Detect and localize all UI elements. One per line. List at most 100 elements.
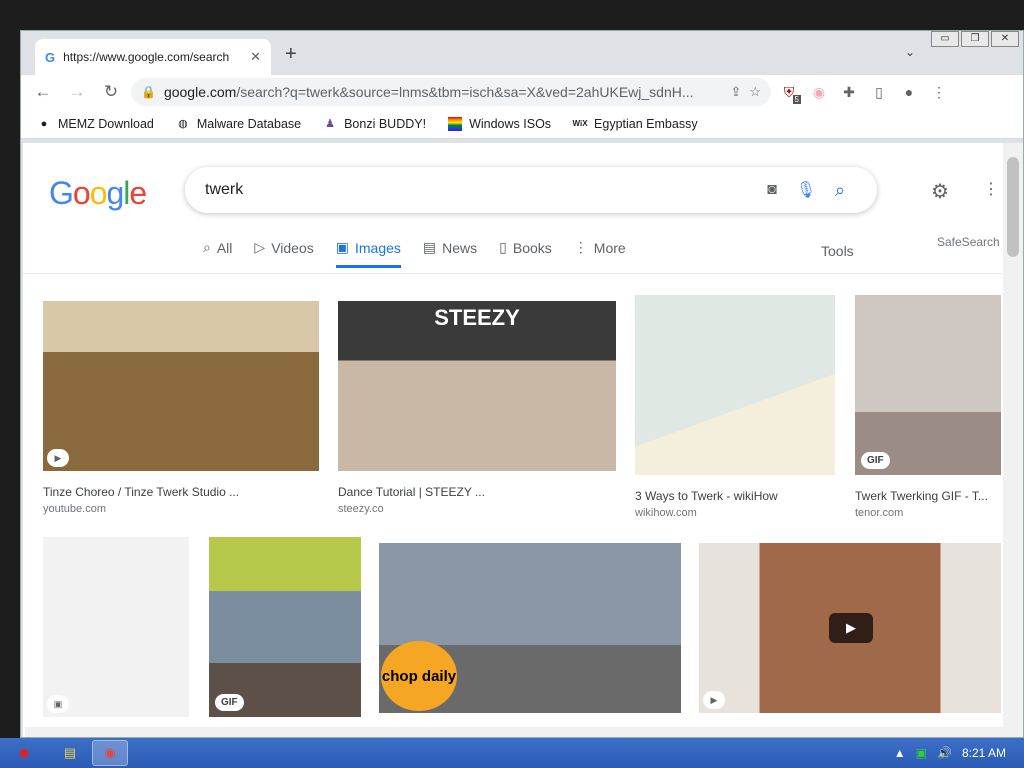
gif-badge: GIF [215,694,244,711]
play-icon: ▷ [254,239,266,255]
restore-button[interactable]: ❐ [961,31,989,47]
result-thumbnail[interactable]: ▶ ▶ [699,543,1001,713]
bookmark-malware-db[interactable]: ◍ Malware Database [176,117,301,131]
system-tray: ▲ ▣ 🔊 8:21 AM [894,746,1024,760]
image-result[interactable]: chop daily [379,543,681,713]
horizontal-scrollbar[interactable] [25,727,1003,737]
bookmark-memz[interactable]: ● MEMZ Download [37,117,154,131]
result-source[interactable]: youtube.com [43,503,319,515]
image-result[interactable]: ▣ [43,537,189,717]
book-icon: ▯ [499,239,507,255]
ublock-extension-icon[interactable]: ⛨ 5 [777,80,801,104]
share-icon[interactable]: ⇪ [730,84,741,100]
result-thumbnail[interactable]: GIF [855,295,1001,475]
start-button-angry-bird-icon[interactable]: ● [0,738,48,768]
camera-search-icon[interactable]: ◙ [755,173,789,207]
close-tab-icon[interactable]: ✕ [250,49,261,65]
tab-books[interactable]: ▯ Books [499,239,552,268]
tab-more[interactable]: ⋮ More [574,239,626,268]
browser-window: G https://www.google.com/search ✕ + ⌄ ▭ … [20,30,1024,738]
result-title[interactable]: Dance Tutorial | STEEZY ... [338,485,616,499]
search-box[interactable]: twerk ◙ 🎙 ⌕ [185,167,877,213]
globe-icon: ◍ [178,118,188,130]
side-panel-icon[interactable]: ▯ [867,80,891,104]
tab-label: Books [512,239,552,256]
more-icon: ⋮ [573,239,588,255]
video-play-icon[interactable]: ▶ [829,613,873,643]
result-thumbnail[interactable]: ▣ [43,537,189,717]
tray-arrow-icon[interactable]: ▲ [894,746,906,760]
tab-strip: G https://www.google.com/search ✕ + ⌄ ▭ … [21,31,1023,75]
result-title[interactable]: 3 Ways to Twerk - wikiHow [635,489,835,503]
clock[interactable]: 8:21 AM [962,746,1006,760]
google-logo[interactable]: Google [49,175,147,212]
bonzi-icon: ♟ [325,118,336,130]
search-icon: ⌕ [203,239,211,255]
close-window-button[interactable]: ✕ [991,31,1019,47]
tab-search-chevron-icon[interactable]: ⌄ [905,45,915,59]
image-result[interactable]: 3 Ways to Twerk - wikiHow wikihow.com [635,295,835,519]
tab-all[interactable]: ⌕ All [203,239,232,268]
news-icon: ▤ [422,239,437,255]
taskbar-chrome-icon[interactable]: ◉ [92,740,128,766]
result-thumbnail[interactable]: STEEZY [338,301,616,471]
rainbow-flag-icon [448,116,463,131]
bookmark-star-icon[interactable]: ☆ [749,84,761,100]
result-source[interactable]: steezy.co [338,503,616,515]
settings-gear-icon[interactable]: ⚙ [931,179,949,204]
result-title[interactable]: Tinze Choreo / Tinze Twerk Studio ... [43,485,319,499]
bookmark-egyptian-embassy[interactable]: WiX Egyptian Embassy [573,117,698,131]
result-thumbnail[interactable] [635,295,835,475]
google-apps-icon[interactable]: ⋮⋮⋮ [983,179,1003,199]
image-result[interactable]: STEEZY Dance Tutorial | STEEZY ... steez… [338,301,616,515]
tab-news[interactable]: ▤ News [423,239,477,268]
result-source[interactable]: wikihow.com [635,507,835,519]
address-bar[interactable]: 🔒 google.com/search?q=twerk&source=lnms&… [131,78,771,106]
result-thumbnail[interactable]: chop daily [379,543,681,713]
browser-tab[interactable]: G https://www.google.com/search ✕ [35,39,271,75]
trans-flag-extension-icon[interactable]: ◉ [807,80,831,104]
tab-images[interactable]: ▣ Images [335,239,401,268]
image-result[interactable]: GIF Twerk Twerking GIF - T... tenor.com [855,295,1001,519]
taskbar-explorer-icon[interactable]: ▤ [52,740,88,766]
divider [23,273,1003,274]
extensions-puzzle-icon[interactable]: ✚ [837,80,861,104]
tab-label: News [442,239,478,256]
microphone-icon[interactable]: 🎙 [789,173,823,207]
bookmark-label: Egyptian Embassy [594,116,698,131]
tab-videos[interactable]: ▷ Videos [254,239,313,268]
menu-kebab-icon[interactable]: ⋮ [927,80,951,104]
bookmark-label: Bonzi BUDDY! [344,116,427,131]
url-text[interactable]: google.com/search?q=twerk&source=lnms&tb… [164,84,722,100]
search-input[interactable]: twerk [205,181,755,199]
vertical-scrollbar[interactable] [1003,143,1023,737]
image-icon: ▣ [47,695,69,713]
minimize-button[interactable]: ▭ [931,31,959,47]
result-title[interactable]: Twerk Twerking GIF - T... [855,489,1001,503]
network-icon[interactable]: ▣ [916,746,927,760]
search-icon[interactable]: ⌕ [823,173,857,207]
new-tab-button[interactable]: + [285,43,297,66]
volume-icon[interactable]: 🔊 [937,746,952,760]
scrollbar-thumb[interactable] [1007,157,1019,257]
image-result[interactable]: GIF [209,537,361,717]
safesearch-link[interactable]: SafeSearch [937,235,1000,249]
profile-avatar-icon[interactable]: ● [897,80,921,104]
window-controls: ▭ ❐ ✕ [931,31,1019,47]
back-button[interactable]: ← [29,78,57,106]
result-thumbnail[interactable]: GIF [209,537,361,717]
gif-badge: GIF [861,452,890,469]
search-tabs: ⌕ All ▷ Videos ▣ Images ▤ News ▯ Books ⋮ More [203,239,626,268]
reload-button[interactable]: ↻ [97,78,125,106]
image-result[interactable]: ▶ Tinze Choreo / Tinze Twerk Studio ... … [43,301,319,515]
toolbar: ← → ↻ 🔒 google.com/search?q=twerk&source… [21,75,1023,109]
bookmark-windows-isos[interactable]: Windows ISOs [448,116,551,131]
result-thumbnail[interactable]: ▶ [43,301,319,471]
bookmark-bonzi[interactable]: ♟ Bonzi BUDDY! [323,117,426,131]
bookmark-label: MEMZ Download [58,116,154,131]
result-source[interactable]: tenor.com [855,507,1001,519]
forward-button[interactable]: → [63,78,91,106]
image-result[interactable]: ▶ ▶ [699,543,1001,713]
tools-button[interactable]: Tools [821,243,854,259]
steezy-watermark: STEEZY [434,305,520,330]
